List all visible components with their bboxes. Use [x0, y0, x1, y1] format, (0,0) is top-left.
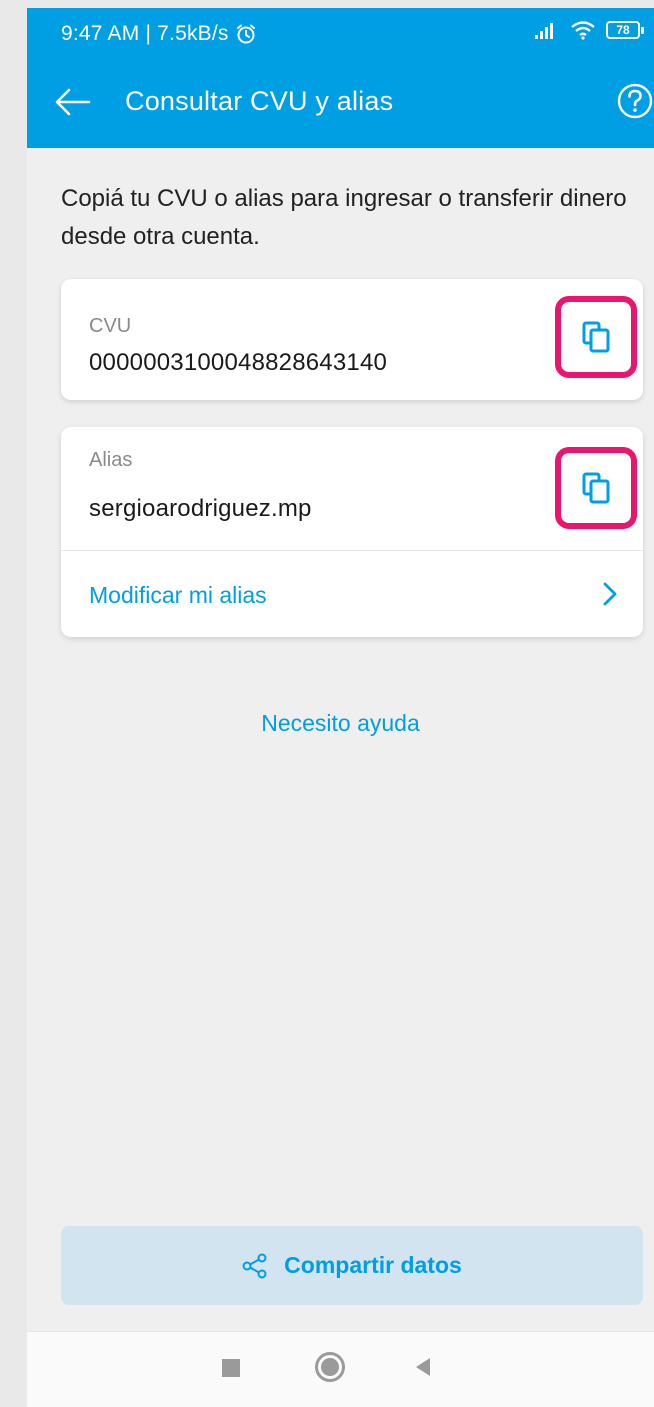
page-title: Consultar CVU y alias [125, 86, 394, 116]
home-circle-icon[interactable] [315, 1352, 345, 1382]
share-icon [242, 1253, 267, 1278]
alarm-icon [236, 24, 255, 44]
help-circle-icon[interactable] [616, 82, 654, 120]
recents-square-icon[interactable] [222, 1359, 240, 1377]
status-time-speed: 9:47 AM | 7.5kB/s [61, 22, 229, 45]
copy-cvu-button[interactable] [555, 296, 637, 378]
arrow-left-icon[interactable] [53, 84, 93, 120]
cvu-label: CVU [89, 315, 132, 337]
signal-icon [535, 23, 553, 39]
battery-icon: 78 [606, 21, 644, 39]
cvu-value: 0000003100048828643140 [89, 349, 388, 376]
copy-alias-button[interactable] [555, 447, 637, 529]
system-nav-bar [27, 1331, 654, 1407]
battery-level: 78 [616, 23, 630, 37]
copy-icon [582, 472, 610, 504]
back-triangle-icon[interactable] [416, 1358, 430, 1376]
share-button-label: Compartir datos [284, 1252, 462, 1278]
alias-value: sergioarodriguez.mp [89, 495, 312, 522]
share-data-button[interactable]: Compartir datos [61, 1226, 643, 1305]
modify-alias-link[interactable]: Modificar mi alias [61, 551, 643, 637]
app-header: Consultar CVU y alias [27, 56, 654, 148]
cvu-card: CVU 0000003100048828643140 [61, 279, 643, 400]
app-screen: 9:47 AM | 7.5kB/s 78 Consultar CVU y ali… [27, 8, 654, 1407]
copy-icon [582, 321, 610, 353]
modify-alias-label: Modificar mi alias [89, 582, 267, 608]
chevron-right-icon [603, 582, 617, 606]
alias-label: Alias [89, 449, 133, 471]
intro-text: Copiá tu CVU o alias para ingresar o tra… [61, 185, 627, 250]
help-link[interactable]: Necesito ayuda [27, 710, 654, 737]
status-bar: 9:47 AM | 7.5kB/s 78 [27, 8, 654, 56]
alias-card: Alias sergioarodriguez.mp Modificar mi a… [61, 427, 643, 637]
wifi-icon [571, 21, 595, 40]
